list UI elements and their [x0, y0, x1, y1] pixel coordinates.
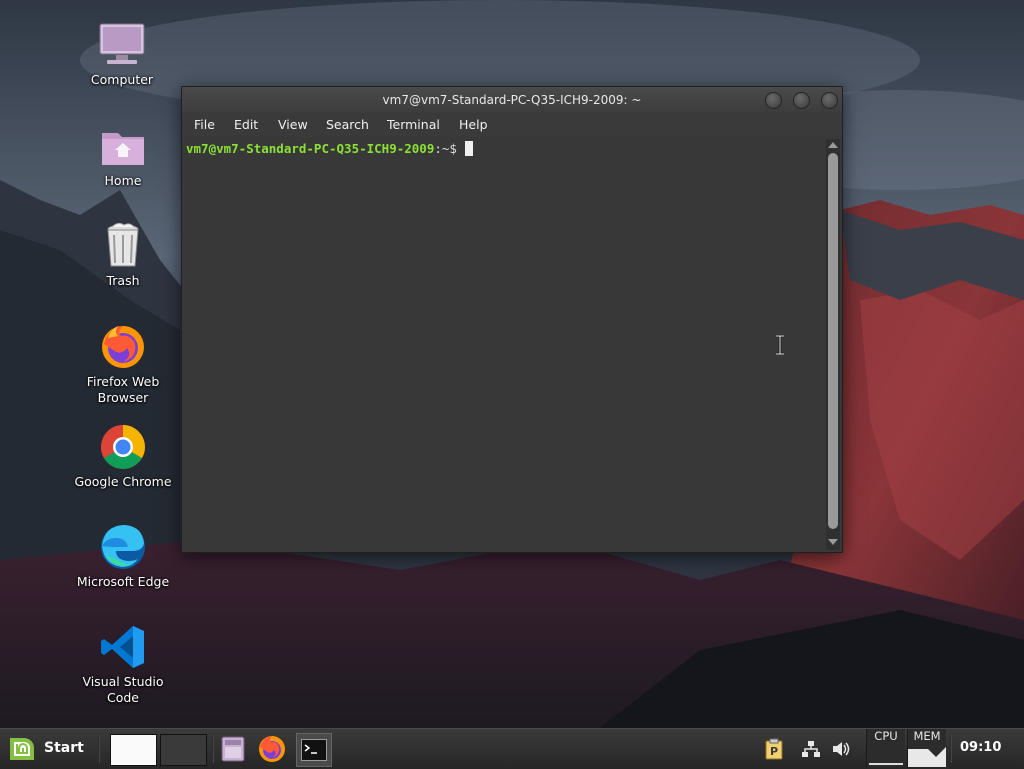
desktop-icon-firefox[interactable]: Firefox Web Browser [73, 322, 173, 406]
memory-monitor[interactable]: MEM [907, 729, 946, 767]
window-titlebar[interactable]: vm7@vm7-Standard-PC-Q35-ICH9-2009: ~ [182, 87, 842, 113]
desktop-icon-label: Firefox Web Browser [86, 374, 160, 405]
svg-text:P: P [770, 745, 778, 758]
edge-icon [101, 525, 145, 569]
terminal-window[interactable]: vm7@vm7-Standard-PC-Q35-ICH9-2009: ~ Fil… [181, 86, 843, 553]
terminal-text-area[interactable]: vm7@vm7-Standard-PC-Q35-ICH9-2009:~$ [182, 137, 825, 552]
volume-icon[interactable] [830, 738, 852, 760]
taskbar-separator [212, 735, 214, 763]
workspace-2[interactable] [160, 734, 207, 766]
network-icon[interactable] [800, 738, 822, 760]
close-button[interactable] [821, 92, 838, 109]
desktop-icon-home[interactable]: Home [73, 121, 173, 189]
clipboard-icon[interactable]: P [763, 738, 785, 760]
menu-edit[interactable]: Edit [234, 117, 258, 132]
menu-terminal[interactable]: Terminal [387, 117, 440, 132]
scroll-down-arrow-icon[interactable] [828, 539, 838, 545]
terminal-scrollbar[interactable] [826, 139, 840, 550]
vscode-icon [101, 626, 144, 668]
prompt-path: :~$ [434, 141, 465, 156]
ibeam-cursor-icon [776, 335, 784, 355]
clock[interactable]: 09:10 [960, 740, 1001, 755]
desktop-icon-computer[interactable]: Computer [72, 20, 172, 88]
shell-prompt: vm7@vm7-Standard-PC-Q35-ICH9-2009:~$ [186, 141, 474, 157]
trash-icon [107, 222, 139, 267]
desktop-icon-label: Computer [90, 72, 154, 87]
desktop-icon-vscode[interactable]: Visual Studio Code [73, 622, 173, 706]
firefox-icon[interactable] [257, 734, 287, 764]
cpu-monitor[interactable]: CPU [866, 729, 905, 767]
desktop-icon-label: Home [104, 173, 142, 188]
menu-search[interactable]: Search [326, 117, 369, 132]
mem-label: MEM [913, 729, 941, 743]
scrollbar-thumb[interactable] [828, 153, 838, 529]
mint-logo-icon [10, 738, 34, 760]
desktop-icon-label: Visual Studio Code [82, 674, 164, 705]
mem-graph [908, 747, 946, 767]
prompt-user-host: vm7@vm7-Standard-PC-Q35-ICH9-2009 [186, 141, 435, 156]
menu-view[interactable]: View [278, 117, 308, 132]
firefox-icon [102, 326, 144, 368]
chrome-icon [101, 425, 145, 469]
taskbar: Start P CPU MEM 09:10 [0, 728, 1024, 769]
workspace-1[interactable] [110, 734, 157, 766]
scroll-up-arrow-icon[interactable] [828, 142, 838, 148]
desktop-icon-chrome[interactable]: Google Chrome [73, 422, 173, 490]
text-cursor [465, 141, 474, 156]
terminal-menubar: File Edit View Search Terminal Help [182, 113, 842, 137]
minimize-button[interactable] [765, 92, 782, 109]
desktop-icon-label: Trash [106, 273, 140, 288]
maximize-button[interactable] [793, 92, 810, 109]
cpu-graph [869, 763, 903, 765]
start-menu-button[interactable]: Start [6, 735, 92, 763]
start-label: Start [44, 740, 84, 756]
file-manager-icon[interactable] [218, 734, 248, 764]
terminal-icon [301, 739, 327, 761]
terminal-taskbar-button[interactable] [296, 733, 332, 767]
desktop-icon-label: Google Chrome [74, 474, 172, 489]
menu-file[interactable]: File [194, 117, 215, 132]
computer-icon [99, 23, 145, 64]
desktop-icon-trash[interactable]: Trash [73, 221, 173, 289]
home-folder-icon [102, 133, 144, 165]
taskbar-separator [98, 735, 100, 763]
taskbar-separator [950, 735, 952, 763]
cpu-label: CPU [874, 729, 898, 743]
menu-help[interactable]: Help [459, 117, 488, 132]
window-title: vm7@vm7-Standard-PC-Q35-ICH9-2009: ~ [382, 93, 642, 107]
desktop-icon-edge[interactable]: Microsoft Edge [73, 522, 173, 590]
desktop-icon-label: Microsoft Edge [76, 574, 170, 589]
